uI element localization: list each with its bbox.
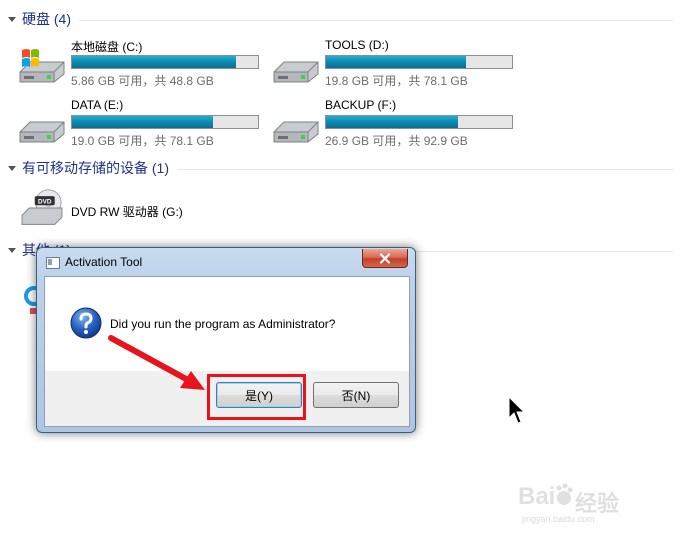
watermark-url: jingyan.baidu.com [522,514,595,524]
annotation-arrow [108,335,205,390]
baidu-paw-logo: Bai [518,483,573,510]
baidu-watermark: Bai 经验 jingyan.baidu.com [518,478,648,528]
baidu-brand: Bai [518,483,555,510]
mouse-cursor-icon [508,396,526,424]
